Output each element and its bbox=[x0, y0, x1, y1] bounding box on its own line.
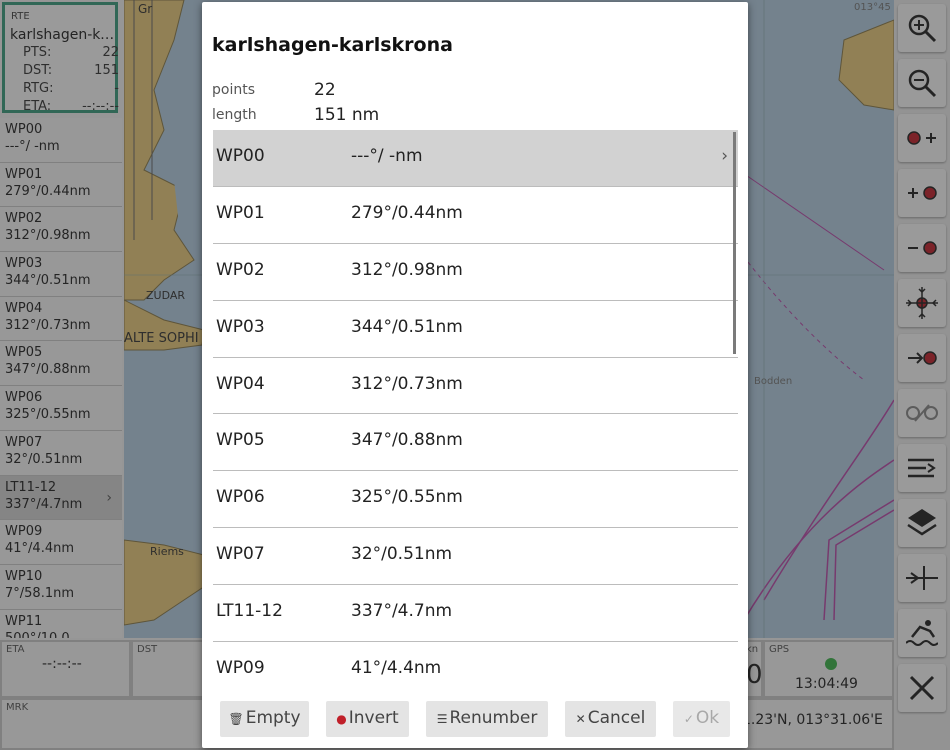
waypoint-row[interactable]: LT11-12 337°/4.7nm bbox=[213, 585, 738, 643]
points-value: 22 bbox=[314, 80, 336, 100]
chevron-right-icon: › bbox=[721, 146, 728, 166]
waypoint-course: 312°/0.73nm bbox=[351, 373, 463, 394]
ok-button[interactable]: ✓ Ok bbox=[673, 701, 730, 737]
cancel-button[interactable]: ✕ Cancel bbox=[565, 701, 656, 737]
waypoint-row[interactable]: WP02 312°/0.98nm bbox=[213, 244, 738, 301]
waypoint-row[interactable]: WP03 344°/0.51nm bbox=[213, 301, 738, 358]
close-icon: ✕ bbox=[575, 712, 586, 726]
renumber-button[interactable]: ☰ Renumber bbox=[426, 701, 548, 737]
waypoint-course: 337°/4.7nm bbox=[351, 601, 453, 622]
waypoint-row[interactable]: WP09 41°/4.4nm bbox=[213, 642, 738, 690]
waypoint-name: WP01 bbox=[216, 202, 265, 223]
empty-button-label: Empty bbox=[245, 708, 301, 728]
waypoint-name: WP07 bbox=[216, 544, 265, 565]
waypoint-name: WP00 bbox=[216, 146, 265, 166]
waypoint-name: WP03 bbox=[216, 316, 265, 337]
waypoint-row[interactable]: WP05 347°/0.88nm bbox=[213, 414, 738, 472]
ok-button-label: Ok bbox=[695, 708, 720, 728]
waypoint-row[interactable]: WP04 312°/0.73nm bbox=[213, 358, 738, 415]
waypoint-course: 32°/0.51nm bbox=[351, 544, 453, 565]
route-edit-dialog: karlshagen-karlskrona points 22 length 1… bbox=[202, 2, 748, 748]
waypoint-name: WP06 bbox=[216, 487, 265, 508]
invert-button[interactable]: ● Invert bbox=[326, 701, 409, 737]
cancel-button-label: Cancel bbox=[587, 708, 646, 728]
waypoint-name: WP05 bbox=[216, 430, 265, 451]
waypoint-course: ---°/ -nm bbox=[351, 146, 423, 166]
points-label: points bbox=[212, 82, 255, 98]
waypoint-course: 312°/0.98nm bbox=[351, 259, 463, 280]
dialog-title: karlshagen-karlskrona bbox=[212, 34, 453, 56]
waypoint-row[interactable]: WP06 325°/0.55nm bbox=[213, 471, 738, 529]
waypoint-row[interactable]: WP07 32°/0.51nm bbox=[213, 528, 738, 586]
waypoint-name: WP04 bbox=[216, 373, 265, 394]
length-label: length bbox=[212, 107, 257, 123]
waypoint-course: 41°/4.4nm bbox=[351, 658, 442, 679]
waypoint-name: WP09 bbox=[216, 658, 265, 679]
waypoint-name: LT11-12 bbox=[216, 601, 283, 622]
invert-button-label: Invert bbox=[348, 708, 399, 728]
list-scrollbar[interactable] bbox=[733, 132, 736, 354]
waypoint-course: 347°/0.88nm bbox=[351, 430, 463, 451]
empty-button[interactable]: 🗑 Empty bbox=[220, 701, 309, 737]
renumber-icon: ☰ bbox=[436, 712, 448, 726]
waypoint-course: 279°/0.44nm bbox=[351, 202, 463, 223]
trash-icon: 🗑 bbox=[228, 712, 244, 726]
renumber-button-label: Renumber bbox=[449, 708, 538, 728]
waypoint-name: WP02 bbox=[216, 259, 265, 280]
invert-icon: ● bbox=[336, 712, 347, 726]
length-value: 151 nm bbox=[314, 105, 380, 125]
check-icon: ✓ bbox=[683, 712, 694, 726]
waypoint-course: 344°/0.51nm bbox=[351, 316, 463, 337]
waypoint-row-selected[interactable]: WP00 ---°/ -nm › bbox=[213, 130, 738, 187]
waypoint-list[interactable]: WP00 ---°/ -nm › WP01 279°/0.44nm WP02 3… bbox=[213, 130, 738, 690]
waypoint-row[interactable]: WP01 279°/0.44nm bbox=[213, 187, 738, 244]
waypoint-course: 325°/0.55nm bbox=[351, 487, 463, 508]
